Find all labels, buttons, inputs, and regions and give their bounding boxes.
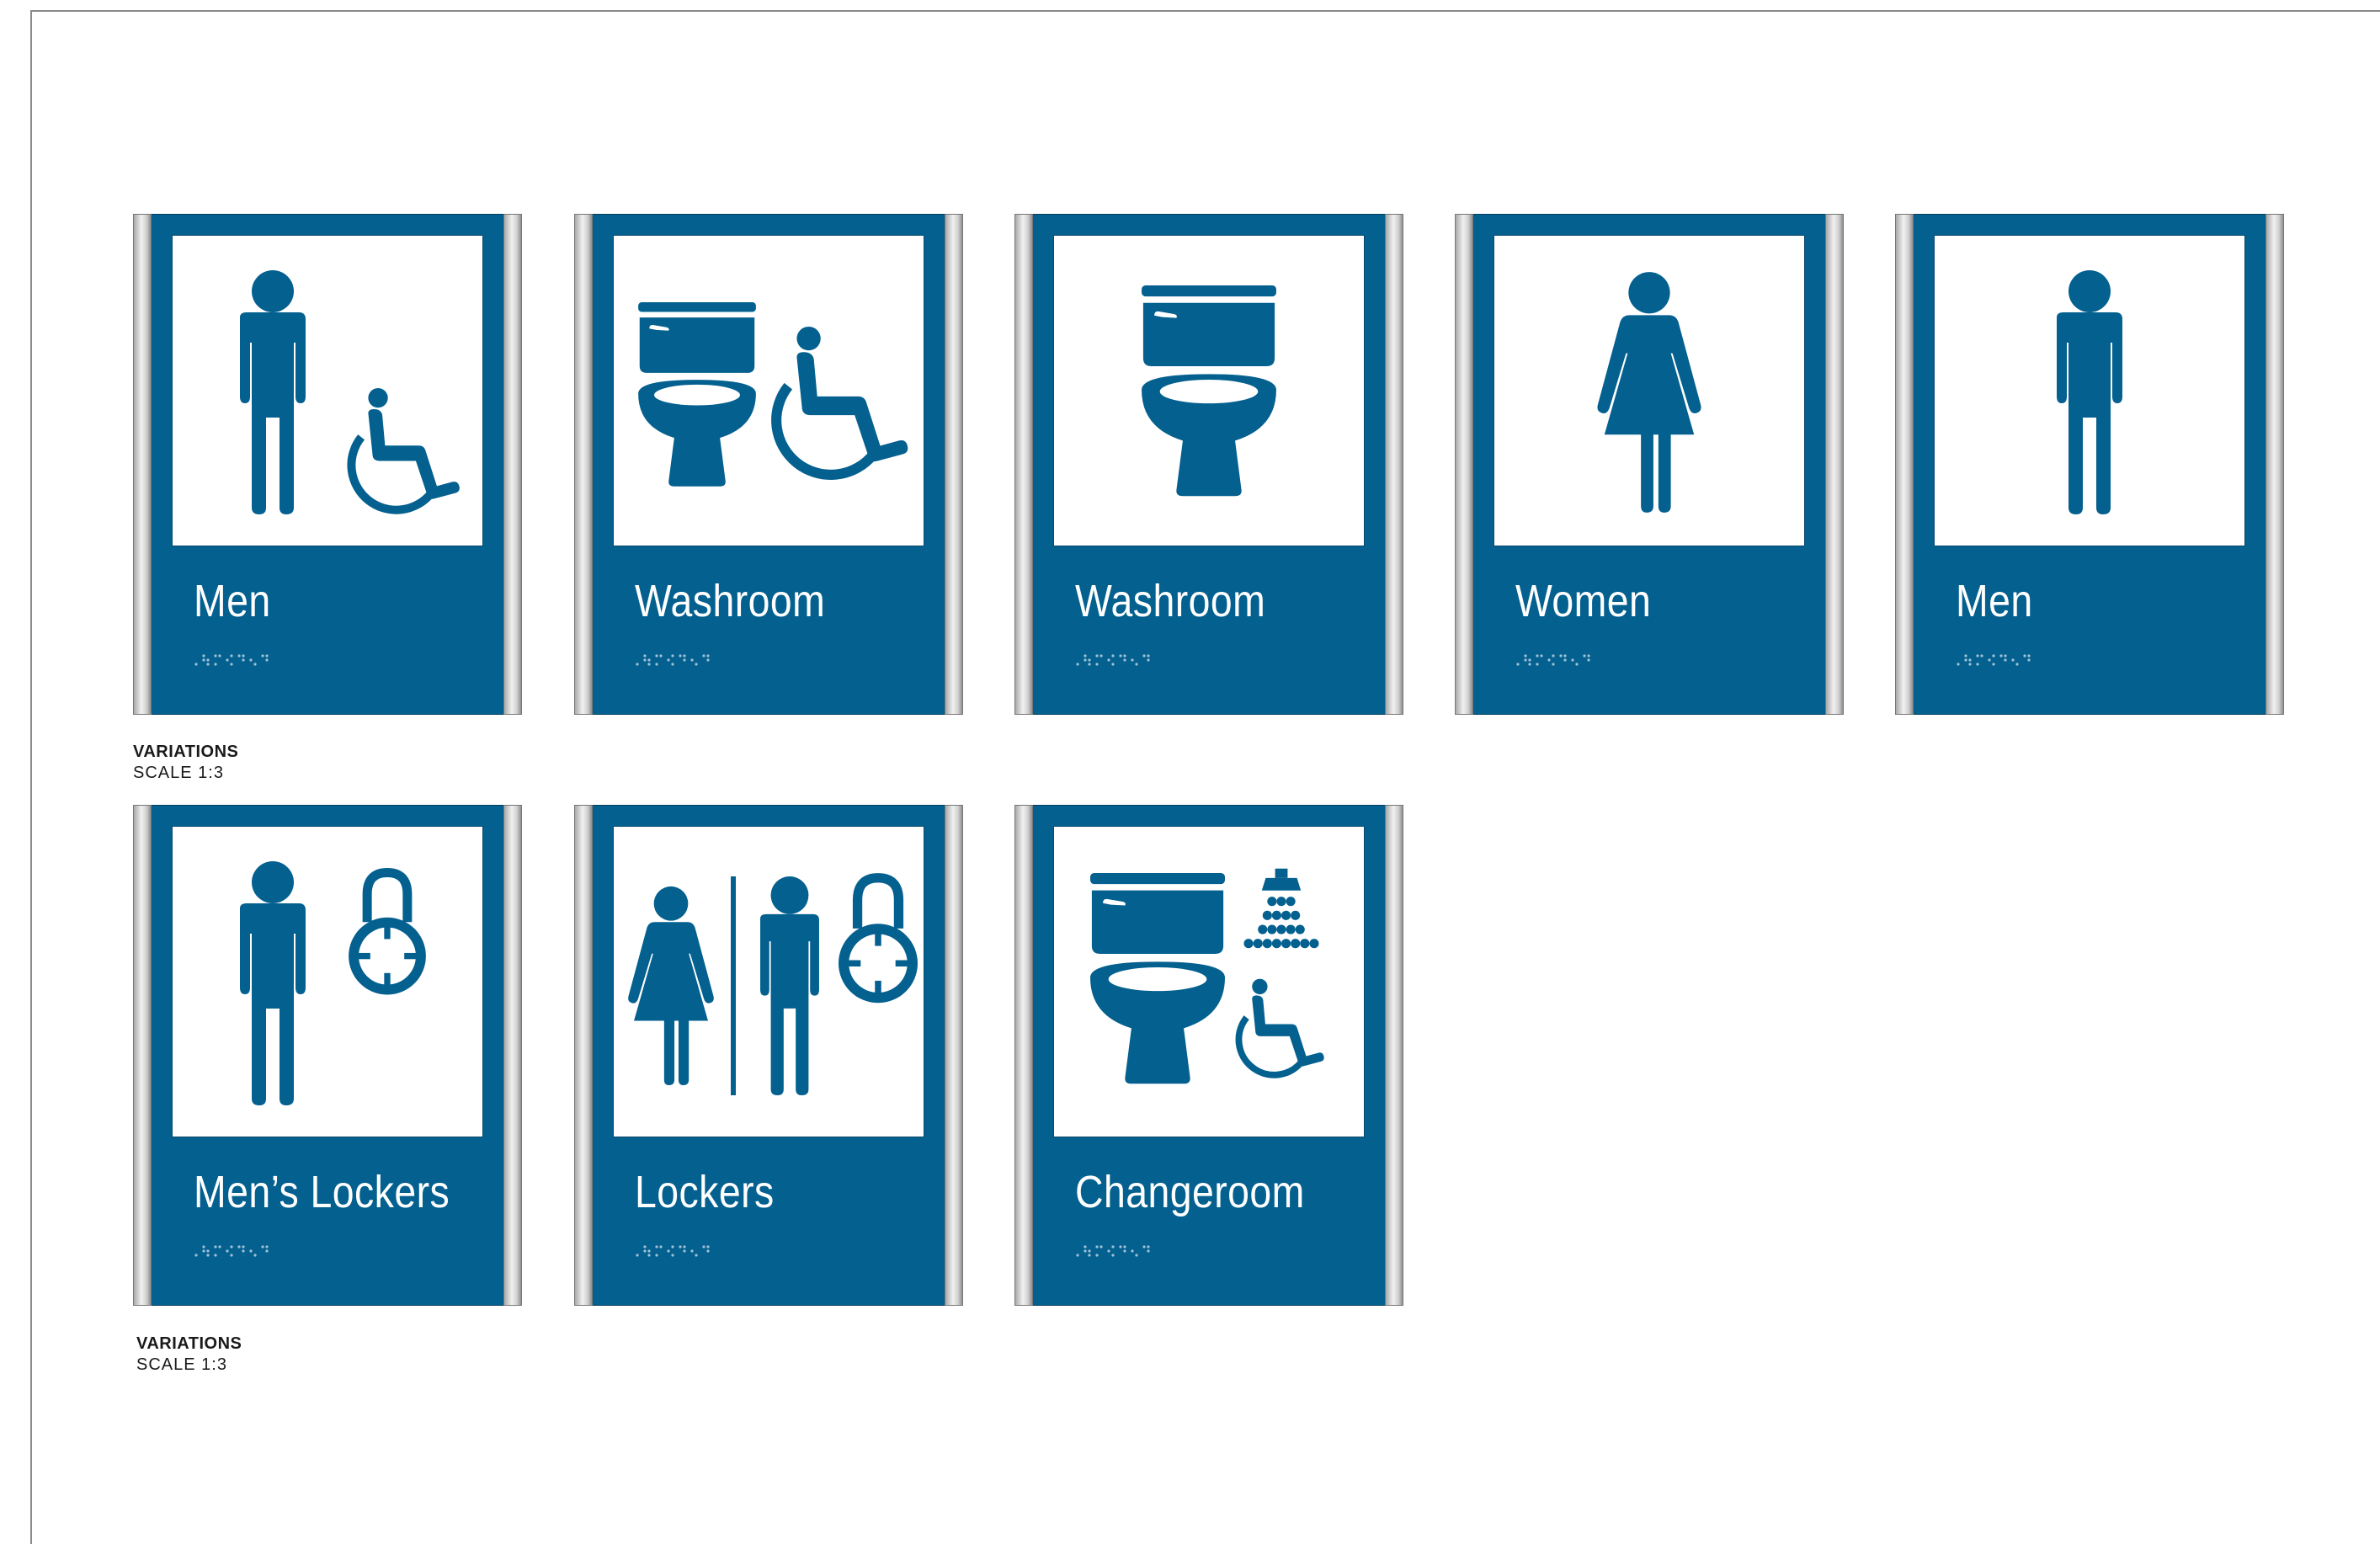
sign-panel: Men: [1914, 214, 2266, 715]
divider-line: [731, 876, 736, 1095]
sign-women: Women: [1455, 214, 1844, 715]
sign-post-left: [133, 805, 152, 1306]
man-icon: [760, 876, 819, 1095]
man-icon: [240, 861, 306, 1105]
sign-label: Men: [1956, 576, 2033, 626]
pictogram-window: [613, 235, 924, 546]
sign-washroom-accessible: Washroom: [574, 214, 963, 715]
braille-dots: [1516, 654, 1590, 666]
sign-post-right: [503, 805, 522, 1306]
wheelchair-icon: [351, 388, 459, 510]
pictogram-window: [1493, 235, 1805, 546]
sign-panel: Washroom: [593, 214, 945, 715]
shower-icon: [1243, 868, 1319, 949]
sign-men: Men: [1895, 214, 2284, 715]
toilet-icon: [1142, 285, 1276, 497]
braille-dots: [194, 1245, 269, 1257]
caption-scale: SCALE 1:3: [136, 1355, 227, 1374]
man-icon: [240, 270, 306, 514]
sign-panel: Men: [152, 214, 503, 715]
sign-label: Men: [194, 576, 271, 626]
sign-lockers: Lockers: [574, 805, 963, 1306]
variations-caption: VARIATIONS SCALE 1:3: [136, 1334, 242, 1375]
sign-post-left: [1014, 214, 1033, 715]
sign-post-left: [574, 805, 593, 1306]
wheelchair-icon: [1238, 979, 1323, 1075]
sign-post-left: [1895, 214, 1914, 715]
sign-washroom: Washroom: [1014, 214, 1403, 715]
sign-panel: Women: [1473, 214, 1825, 715]
sign-men-accessible: Men: [133, 214, 522, 715]
sign-post-right: [1825, 214, 1844, 715]
pictogram-window: [1934, 235, 2245, 546]
sign-label: Women: [1515, 576, 1652, 626]
toilet-icon: [1090, 872, 1225, 1084]
sign-post-left: [1455, 214, 1473, 715]
sign-panel: Lockers: [593, 805, 945, 1306]
page-frame-top: [30, 10, 2380, 12]
sign-label: Washroom: [1075, 576, 1266, 626]
braille-dots: [194, 654, 269, 666]
braille-dots: [636, 1245, 710, 1257]
sign-post-left: [574, 214, 593, 715]
woman-icon: [628, 886, 714, 1086]
sign-post-left: [1014, 805, 1033, 1306]
sign-post-right: [2266, 214, 2284, 715]
sign-post-left: [133, 214, 152, 715]
wheelchair-icon: [776, 327, 908, 475]
sign-post-right: [945, 805, 963, 1306]
pictogram-window: [613, 826, 924, 1137]
padlock-icon: [349, 873, 426, 995]
toilet-icon: [638, 302, 756, 487]
braille-dots: [1076, 654, 1150, 666]
sign-label: Lockers: [635, 1167, 775, 1217]
man-icon: [2057, 270, 2122, 514]
pictogram-window: [172, 235, 483, 546]
sign-label: Washroom: [635, 576, 826, 626]
sign-changeroom: Changeroom: [1014, 805, 1403, 1306]
sign-label: Changeroom: [1075, 1167, 1305, 1217]
caption-scale: SCALE 1:3: [133, 764, 224, 782]
caption-title: VARIATIONS: [136, 1334, 242, 1353]
sign-post-right: [503, 214, 522, 715]
sign-label: Men’s Lockers: [194, 1167, 450, 1217]
sign-post-right: [945, 214, 963, 715]
variations-caption: VARIATIONS SCALE 1:3: [133, 743, 238, 783]
sign-panel: Washroom: [1033, 214, 1385, 715]
pictogram-window: [1053, 235, 1365, 546]
page-frame-left: [30, 10, 32, 1544]
sign-mens-lockers: Men’s Lockers: [133, 805, 522, 1306]
braille-dots: [1076, 1245, 1150, 1257]
caption-title: VARIATIONS: [133, 743, 239, 761]
sign-post-right: [1385, 214, 1403, 715]
sign-panel: Changeroom: [1033, 805, 1385, 1306]
sign-panel: Men’s Lockers: [152, 805, 503, 1306]
padlock-icon: [839, 878, 918, 1004]
woman-icon: [1597, 272, 1701, 513]
pictogram-window: [1053, 826, 1365, 1137]
sign-post-right: [1385, 805, 1403, 1306]
braille-dots: [636, 654, 710, 666]
pictogram-window: [172, 826, 483, 1137]
braille-dots: [1957, 654, 2031, 666]
